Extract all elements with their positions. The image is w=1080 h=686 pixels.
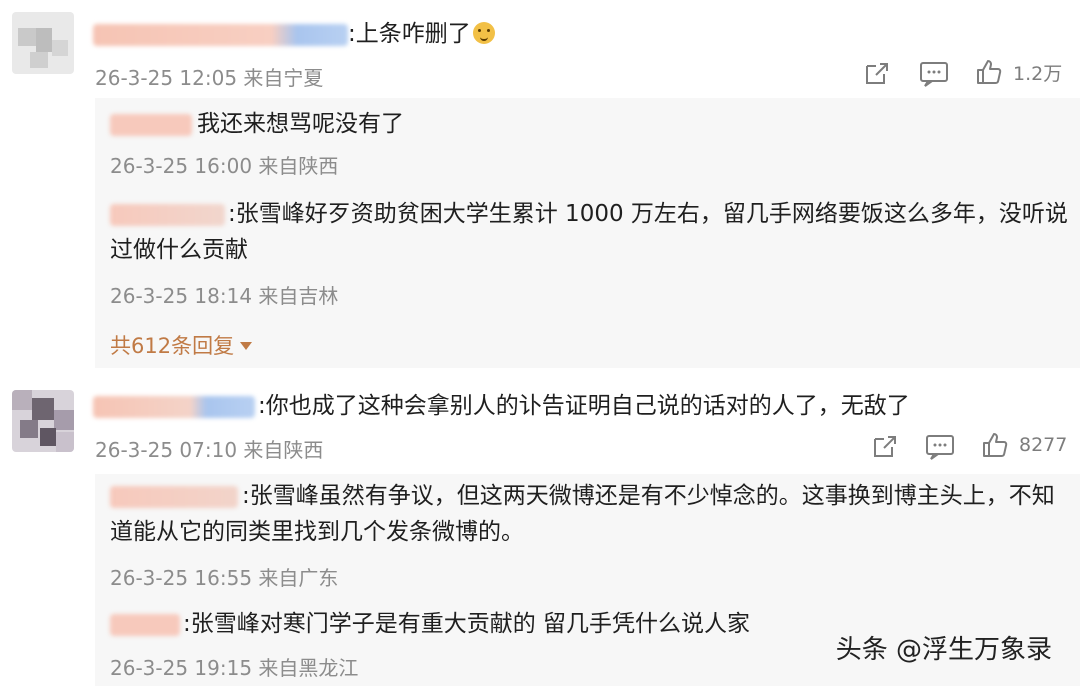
comment-button[interactable]: [919, 60, 949, 88]
share-button[interactable]: [871, 433, 899, 461]
share-icon: [874, 436, 896, 457]
comment-icon: [926, 435, 954, 460]
reply-meta: 26-3-25 16:00 来自陕西: [110, 154, 339, 178]
watermark: 头条 @浮生万象录: [835, 635, 1052, 665]
reply-meta: 26-3-25 18:14 来自吉林: [110, 284, 339, 308]
reply-meta: 26-3-25 19:15 来自黑龙江: [110, 656, 359, 680]
username-blurred[interactable]: [93, 24, 348, 46]
emoji-icon: [472, 22, 495, 44]
like-icon: [977, 60, 1002, 84]
reply-meta: 26-3-25 16:55 来自广东: [110, 566, 339, 590]
username-blurred[interactable]: [93, 396, 255, 418]
avatar[interactable]: [12, 12, 74, 74]
comment-button[interactable]: [925, 433, 955, 461]
like-count: 8277: [1019, 434, 1068, 456]
like-count: 1.2万: [1013, 62, 1063, 85]
avatar[interactable]: [12, 390, 74, 452]
like-button[interactable]: 1.2万: [975, 58, 1062, 86]
comment-text: :上条咋删了: [348, 16, 495, 52]
comment-icon: [920, 62, 948, 87]
share-icon: [866, 63, 888, 84]
comment-meta: 26-3-25 07:10 来自陕西: [95, 438, 324, 462]
reply-username-blurred[interactable]: [110, 114, 192, 136]
reply-username-blurred[interactable]: [110, 614, 180, 636]
comment-meta: 26-3-25 12:05 来自宁夏: [95, 66, 324, 90]
reply-text: 我还来想骂呢没有了: [197, 111, 404, 137]
reply-text: :张雪峰虽然有争议，但这两天微博还是有不少悼念的。这事换到博主头上，不知道能从它…: [110, 483, 1055, 545]
reply-text: :张雪峰对寒门学子是有重大贡献的 留几手凭什么说人家: [183, 611, 751, 637]
like-icon: [983, 433, 1008, 457]
triangle-down-icon: [240, 342, 253, 350]
more-replies-link[interactable]: 共612条回复: [110, 330, 253, 360]
like-button[interactable]: 8277: [981, 431, 1067, 459]
comment-text: :你也成了这种会拿别人的讣告证明自己说的话对的人了，无敌了: [258, 393, 910, 419]
share-button[interactable]: [863, 60, 891, 88]
reply-text: :张雪峰好歹资助贫困大学生累计 1000 万左右，留几手网络要饭这么多年，没听说…: [110, 201, 1068, 263]
